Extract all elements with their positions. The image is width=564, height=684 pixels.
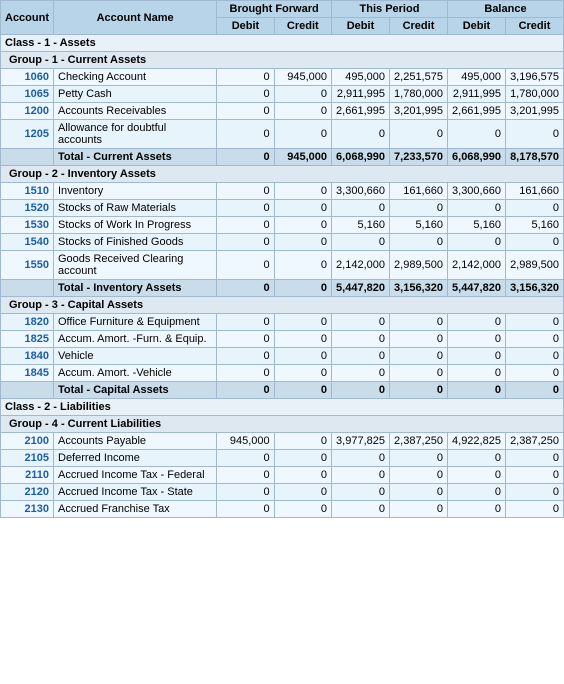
table-row: 2130 Accrued Franchise Tax 0 0 0 0 0 0 <box>1 501 564 518</box>
trial-balance-table: Account Account Name Brought Forward Thi… <box>0 0 564 518</box>
table-row: 1840 Vehicle 0 0 0 0 0 0 <box>1 348 564 365</box>
table-row: 2110 Accrued Income Tax - Federal 0 0 0 … <box>1 467 564 484</box>
this-period-header: This Period <box>332 1 448 18</box>
bal-credit-header: Credit <box>505 18 563 35</box>
table-row: 1065 Petty Cash 0 0 2,911,995 1,780,000 … <box>1 86 564 103</box>
bal-debit-header: Debit <box>447 18 505 35</box>
table-row: 1060 Checking Account 0 945,000 495,000 … <box>1 69 564 86</box>
table-row: 2100 Accounts Payable 945,000 0 3,977,82… <box>1 433 564 450</box>
table-row: Group - 1 - Current Assets <box>1 52 564 69</box>
table-row: Total - Current Assets 0 945,000 6,068,9… <box>1 149 564 166</box>
table-row: Class - 2 - Liabilities <box>1 399 564 416</box>
table-row: 1540 Stocks of Finished Goods 0 0 0 0 0 … <box>1 234 564 251</box>
table-row: 1550 Goods Received Clearing account 0 0… <box>1 251 564 280</box>
table-row: 1200 Accounts Receivables 0 0 2,661,995 … <box>1 103 564 120</box>
table-row: 1520 Stocks of Raw Materials 0 0 0 0 0 0 <box>1 200 564 217</box>
table-row: Group - 4 - Current Liabilities <box>1 416 564 433</box>
table-row: Class - 1 - Assets <box>1 35 564 52</box>
header-row-1: Account Account Name Brought Forward Thi… <box>1 1 564 18</box>
table-row: 1510 Inventory 0 0 3,300,660 161,660 3,3… <box>1 183 564 200</box>
tp-credit-header: Credit <box>389 18 447 35</box>
brought-forward-header: Brought Forward <box>217 1 332 18</box>
account-name-header: Account Name <box>54 1 217 35</box>
table-row: 2120 Accrued Income Tax - State 0 0 0 0 … <box>1 484 564 501</box>
tp-debit-header: Debit <box>332 18 390 35</box>
table-row: 1825 Accum. Amort. -Furn. & Equip. 0 0 0… <box>1 331 564 348</box>
table-row: 1530 Stocks of Work In Progress 0 0 5,16… <box>1 217 564 234</box>
table-row: 1205 Allowance for doubtful accounts 0 0… <box>1 120 564 149</box>
table-row: 2105 Deferred Income 0 0 0 0 0 0 <box>1 450 564 467</box>
table-row: 1820 Office Furniture & Equipment 0 0 0 … <box>1 314 564 331</box>
table-row: Total - Inventory Assets 0 0 5,447,820 3… <box>1 280 564 297</box>
balance-header: Balance <box>447 1 563 18</box>
table-row: Group - 2 - Inventory Assets <box>1 166 564 183</box>
table-row: 1845 Accum. Amort. -Vehicle 0 0 0 0 0 0 <box>1 365 564 382</box>
bf-credit-header: Credit <box>274 18 331 35</box>
account-header: Account <box>1 1 54 35</box>
bf-debit-header: Debit <box>217 18 274 35</box>
table-row: Total - Capital Assets 0 0 0 0 0 0 <box>1 382 564 399</box>
table-row: Group - 3 - Capital Assets <box>1 297 564 314</box>
